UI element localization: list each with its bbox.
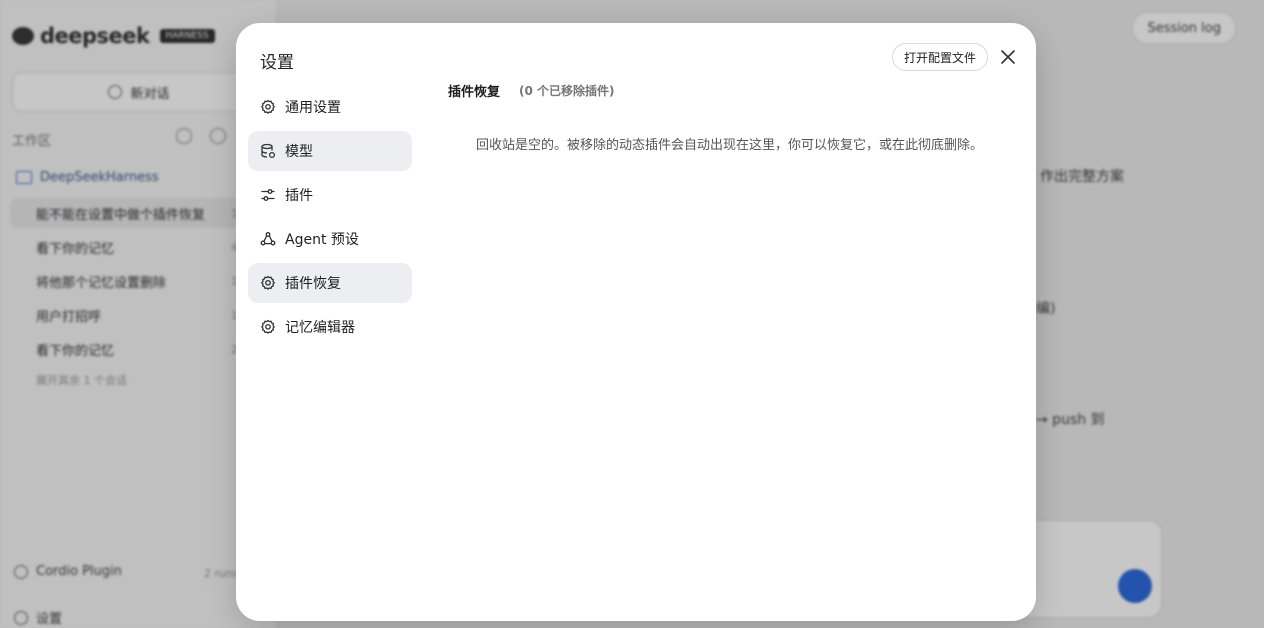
removed-plugins-count: (0 个已移除插件) [519,84,615,98]
settings-nav: 通用设置 模型 插件 Agent 预设 插件恢复 记忆编辑器 [248,87,412,351]
settings-modal: 设置 打开配置文件 通用设置 模型 插件 Agent 预设 插件恢复 记忆编辑器… [236,23,1036,621]
open-config-file-button[interactable]: 打开配置文件 [892,43,989,71]
empty-recycle-bin-message: 回收站是空的。被移除的动态插件会自动出现在这里，你可以恢复它，或在此彻底删除。 [476,138,984,153]
nav-item-label: 模型 [285,144,313,160]
close-button[interactable] [998,47,1018,67]
nav-item-plugins[interactable]: 插件 [248,175,412,215]
database-icon [260,143,276,159]
gear-icon [260,319,276,335]
section-title: 插件恢复 [448,85,501,100]
sliders-icon [260,187,276,203]
close-icon [1001,50,1015,64]
nav-item-agent-presets[interactable]: Agent 预设 [248,219,412,259]
nav-item-label: Agent 预设 [285,232,359,248]
nav-item-label: 通用设置 [285,100,341,116]
agent-icon [260,231,276,247]
gear-icon [260,275,276,291]
nav-item-label: 插件 [285,188,313,204]
nav-item-general[interactable]: 通用设置 [248,87,412,127]
modal-title: 设置 [260,53,294,73]
gear-icon [260,99,276,115]
nav-item-model[interactable]: 模型 [248,131,412,171]
nav-item-label: 插件恢复 [285,276,341,292]
nav-item-memory-editor[interactable]: 记忆编辑器 [248,307,412,347]
nav-item-label: 记忆编辑器 [285,320,355,336]
nav-item-plugin-recovery[interactable]: 插件恢复 [248,263,412,303]
